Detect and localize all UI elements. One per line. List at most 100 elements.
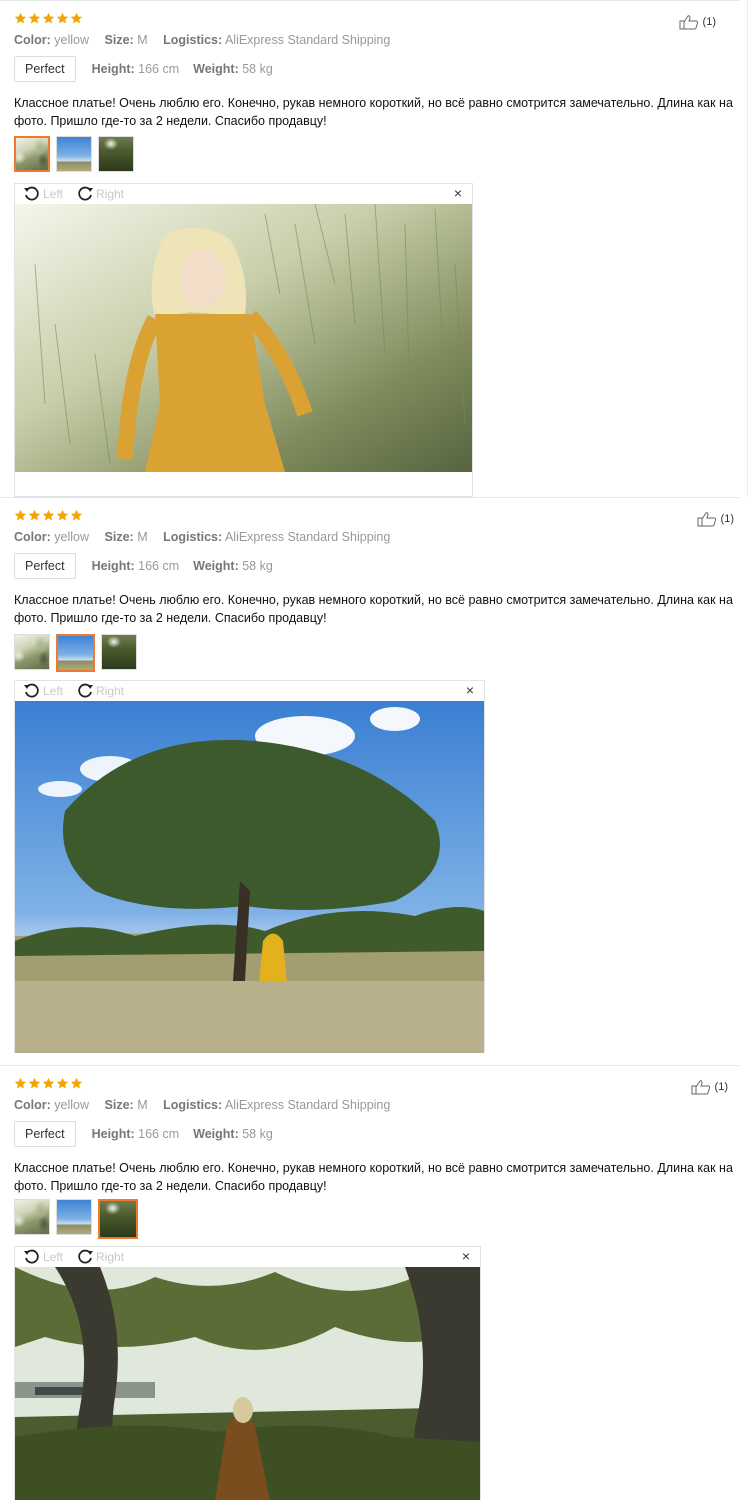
rotate-left-label: Left xyxy=(43,684,64,698)
review-photo xyxy=(15,701,484,1053)
rotate-right-label: Right xyxy=(96,684,125,698)
review-text: Классное платье! Очень люблю его. Конечн… xyxy=(14,96,733,128)
star-icon xyxy=(42,12,55,25)
close-button[interactable]: × xyxy=(462,1248,470,1264)
photo-thumbnails xyxy=(14,634,137,672)
divider xyxy=(747,0,748,497)
rating-stars xyxy=(14,509,83,522)
size-value: M xyxy=(137,530,148,544)
review-card: 1 Color: yellow Size: M Logistics: AliEx… xyxy=(0,497,750,1065)
thumbnail-2[interactable] xyxy=(56,136,92,172)
logistics-label: Logistics: xyxy=(163,530,223,544)
size-value: M xyxy=(137,1098,148,1112)
photo-thumbnails xyxy=(14,136,134,172)
divider xyxy=(0,497,740,498)
weight-value: 58 kg xyxy=(242,1127,273,1141)
close-button[interactable]: × xyxy=(454,185,462,201)
close-button[interactable]: × xyxy=(466,682,474,698)
thumbnail-2[interactable] xyxy=(56,634,95,672)
height-label: Height: xyxy=(91,1127,135,1141)
height-label: Height: xyxy=(91,559,135,573)
rotate-left-button[interactable]: Left xyxy=(23,185,63,203)
weight-value: 58 kg xyxy=(242,62,273,76)
viewer-toolbar: Left Right × xyxy=(15,1247,480,1267)
star-icon xyxy=(28,12,41,25)
rotate-right-button[interactable]: Right xyxy=(76,185,124,203)
review-card: 1 Color: yellow Size: M Logistics: AliEx… xyxy=(0,1065,750,1500)
rotate-left-icon xyxy=(24,683,39,698)
rotate-right-icon xyxy=(78,186,93,201)
size-value: M xyxy=(137,33,148,47)
photo-viewer: Left Right × xyxy=(14,680,485,1053)
logistics-value: AliExpress Standard Shipping xyxy=(224,1098,391,1112)
divider xyxy=(0,1065,740,1066)
rotate-left-button[interactable]: Left xyxy=(23,682,63,700)
thumbnail-3[interactable] xyxy=(101,634,137,670)
color-label: Color: xyxy=(14,530,51,544)
star-icon xyxy=(56,12,69,25)
like-count: 1 xyxy=(721,513,734,525)
thumbnail-2[interactable] xyxy=(56,1199,92,1235)
thumbs-up-icon xyxy=(691,1080,710,1095)
weight-label: Weight: xyxy=(193,1127,239,1141)
thumbnail-1[interactable] xyxy=(14,136,50,172)
size-label: Size: xyxy=(104,530,134,544)
star-icon xyxy=(14,1077,27,1090)
rotate-left-icon xyxy=(24,186,39,201)
fit-badge: Perfect xyxy=(14,553,76,579)
logistics-value: AliExpress Standard Shipping xyxy=(224,530,391,544)
viewer-toolbar: Left Right × xyxy=(15,184,472,204)
review-meta: Color: yellow Size: M Logistics: AliExpr… xyxy=(14,530,402,544)
height-value: 166 cm xyxy=(138,62,180,76)
logistics-label: Logistics: xyxy=(163,1098,223,1112)
weight-label: Weight: xyxy=(193,62,239,76)
rotate-right-button[interactable]: Right xyxy=(76,682,124,700)
rotate-right-label: Right xyxy=(96,1250,125,1264)
logistics-label: Logistics: xyxy=(163,33,223,47)
star-icon xyxy=(56,509,69,522)
rotate-left-icon xyxy=(24,1249,39,1264)
helpful-button[interactable]: 1 xyxy=(697,511,734,527)
helpful-button[interactable]: 1 xyxy=(691,1079,728,1095)
color-label: Color: xyxy=(14,33,51,47)
like-count: 1 xyxy=(715,1081,728,1093)
helpful-button[interactable]: 1 xyxy=(679,14,716,30)
rotate-left-label: Left xyxy=(43,187,64,201)
size-label: Size: xyxy=(104,1098,134,1112)
photo-viewer: Left Right × xyxy=(14,1246,481,1500)
color-value: yellow xyxy=(54,1098,90,1112)
rotate-right-button[interactable]: Right xyxy=(76,1248,124,1266)
thumbnail-3[interactable] xyxy=(98,1199,138,1239)
forest-image xyxy=(15,1267,480,1500)
rotate-right-icon xyxy=(78,1249,93,1264)
star-icon xyxy=(56,1077,69,1090)
thumbnail-3[interactable] xyxy=(98,136,134,172)
star-icon xyxy=(70,12,83,25)
fit-info: Perfect Height: 166 cm Weight: 58 kg xyxy=(14,1121,287,1147)
star-icon xyxy=(28,1077,41,1090)
star-icon xyxy=(42,1077,55,1090)
rating-stars xyxy=(14,12,83,25)
review-photo xyxy=(15,204,472,472)
fit-info: Perfect Height: 166 cm Weight: 58 kg xyxy=(14,56,287,82)
divider xyxy=(0,0,740,1)
review-photo xyxy=(15,1267,480,1500)
rating-stars xyxy=(14,1077,83,1090)
thumbnail-1[interactable] xyxy=(14,634,50,670)
tree-landscape-image xyxy=(15,701,484,1053)
fit-badge: Perfect xyxy=(14,1121,76,1147)
thumbs-up-icon xyxy=(679,15,698,30)
review-text: Классное платье! Очень люблю его. Конечн… xyxy=(14,593,733,625)
height-label: Height: xyxy=(91,62,135,76)
viewer-toolbar: Left Right × xyxy=(15,681,484,701)
girl-in-grass-image xyxy=(15,204,472,472)
height-value: 166 cm xyxy=(138,559,180,573)
star-icon xyxy=(42,509,55,522)
height-value: 166 cm xyxy=(138,1127,180,1141)
color-value: yellow xyxy=(54,33,90,47)
thumbnail-1[interactable] xyxy=(14,1199,50,1235)
thumbs-up-icon xyxy=(697,512,716,527)
photo-viewer: Left Right × xyxy=(14,183,473,497)
star-icon xyxy=(14,12,27,25)
rotate-left-button[interactable]: Left xyxy=(23,1248,63,1266)
